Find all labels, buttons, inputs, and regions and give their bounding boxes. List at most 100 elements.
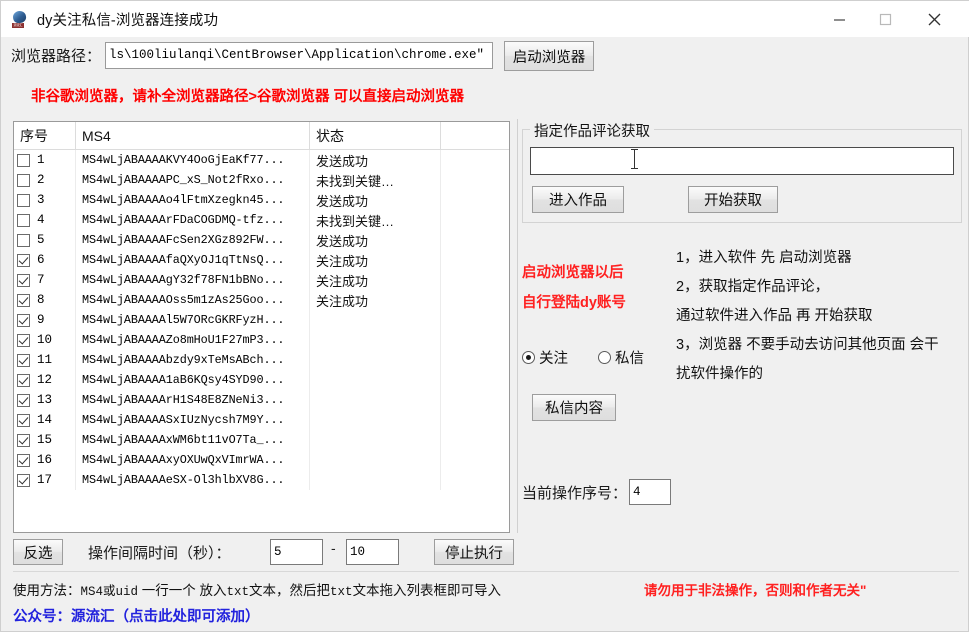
row-checkbox[interactable] (17, 434, 30, 447)
table-row[interactable]: 10MS4wLjABAAAAZo8mHoU1F27mP3... (14, 330, 509, 350)
maximize-icon[interactable] (862, 1, 908, 37)
comment-fetch-title: 指定作品评论获取 (530, 120, 654, 141)
row-index-label: 8 (37, 293, 45, 307)
row-state-cell (310, 410, 441, 430)
row-checkbox[interactable] (17, 334, 30, 347)
table-row[interactable]: 3MS4wLjABAAAAo4lFtmXzegkn45...发送成功 (14, 190, 509, 210)
table-row[interactable]: 1MS4wLjABAAAAKVY4OoGjEaKf77...发送成功 (14, 150, 509, 170)
account-list[interactable]: 序号 MS4 状态 1MS4wLjABAAAAKVY4OoGjEaKf77...… (13, 121, 510, 533)
radio-follow[interactable]: 关注 (522, 347, 568, 368)
stop-execution-button[interactable]: 停止执行 (434, 539, 514, 565)
row-state-label: 关注成功 (316, 291, 368, 310)
row-ms4-cell: MS4wLjABAAAAxyOXUwQxVImrWA... (76, 450, 310, 470)
table-row[interactable]: 14MS4wLjABAAAASxIUzNycsh7M9Y... (14, 410, 509, 430)
row-ms4-cell: MS4wLjABAAAAPC_xS_Not2fRxo... (76, 170, 310, 190)
table-row[interactable]: 6MS4wLjABAAAAfaQXyOJ1qTtNsQ...关注成功 (14, 250, 509, 270)
row-state-cell (310, 370, 441, 390)
row-checkbox[interactable] (17, 294, 30, 307)
row-checkbox[interactable] (17, 474, 30, 487)
browser-warning-text: 非谷歌浏览器，请补全浏览器路径>谷歌浏览器 可以直接启动浏览器 (31, 85, 464, 106)
table-row[interactable]: 2MS4wLjABAAAAPC_xS_Not2fRxo...未找到关键… (14, 170, 509, 190)
row-ms4-label: MS4wLjABAAAAbzdy9xTeMsABch... (82, 353, 284, 367)
start-browser-button[interactable]: 启动浏览器 (504, 41, 594, 71)
row-state-cell: 发送成功 (310, 230, 441, 250)
interval-max-input[interactable]: 10 (346, 539, 399, 565)
row-checkbox[interactable] (17, 374, 30, 387)
row-state-label: 未找到关键… (316, 171, 394, 190)
instruction-line: 3，浏览器 不要手动去访问其他页面 会干 (676, 331, 966, 360)
start-fetch-button[interactable]: 开始获取 (688, 186, 778, 213)
table-row[interactable]: 15MS4wLjABAAAAxWM6bt11vO7Ta_... (14, 430, 509, 450)
row-ms4-label: MS4wLjABAAAAxWM6bt11vO7Ta_... (82, 433, 284, 447)
row-index-label: 13 (37, 393, 52, 407)
row-extra-cell (441, 310, 509, 330)
table-row[interactable]: 16MS4wLjABAAAAxyOXUwQxVImrWA... (14, 450, 509, 470)
table-row[interactable]: 17MS4wLjABAAAAeSX-Ol3hlbXV8G... (14, 470, 509, 490)
instruction-line: 2，获取指定作品评论， (676, 273, 966, 302)
row-extra-cell (441, 350, 509, 370)
row-checkbox[interactable] (17, 354, 30, 367)
row-checkbox[interactable] (17, 414, 30, 427)
row-index-label: 5 (37, 233, 45, 247)
row-checkbox[interactable] (17, 234, 30, 247)
row-ms4-label: MS4wLjABAAAAOss5m1zAs25Goo... (82, 293, 284, 307)
row-index-cell: 5 (14, 230, 76, 250)
invert-selection-button[interactable]: 反选 (13, 539, 63, 565)
interval-min-input[interactable]: 5 (270, 539, 323, 565)
bottom-divider (13, 571, 959, 572)
row-index-label: 7 (37, 273, 45, 287)
row-index-label: 1 (37, 153, 45, 167)
table-row[interactable]: 13MS4wLjABAAAArH1S48E8ZNeNi3... (14, 390, 509, 410)
browser-path-label: 浏览器路径： (11, 45, 101, 66)
work-url-input[interactable] (530, 147, 954, 175)
radio-direct-message-dot (598, 351, 611, 364)
row-checkbox[interactable] (17, 154, 30, 167)
row-checkbox[interactable] (17, 394, 30, 407)
minimize-icon[interactable] (816, 1, 862, 37)
table-row[interactable]: 8 MS4wLjABAAAAOss5m1zAs25Goo... 关注成功 (14, 290, 509, 310)
usage-mid-1: 一行一个 放入 (138, 583, 227, 598)
row-index-label: 17 (37, 473, 52, 487)
window-title: dy关注私信-浏览器连接成功 (37, 9, 218, 30)
row-checkbox[interactable] (17, 274, 30, 287)
row-extra-cell (441, 270, 509, 290)
browser-path-input[interactable]: ls\100liulanqi\CentBrowser\Application\c… (105, 42, 493, 69)
row-checkbox[interactable] (17, 454, 30, 467)
row-ms4-cell: MS4wLjABAAAAOss5m1zAs25Goo... (76, 290, 310, 310)
table-row[interactable]: 12MS4wLjABAAAA1aB6KQsy4SYD90... (14, 370, 509, 390)
column-header-state[interactable]: 状态 (310, 122, 441, 150)
column-header-ms4[interactable]: MS4 (76, 122, 310, 150)
close-icon[interactable] (908, 1, 960, 37)
row-index-cell: 12 (14, 370, 76, 390)
row-state-cell: 发送成功 (310, 190, 441, 210)
row-checkbox[interactable] (17, 314, 30, 327)
dm-content-button[interactable]: 私信内容 (532, 394, 616, 421)
radio-follow-dot (522, 351, 535, 364)
table-row[interactable]: 9MS4wLjABAAAAl5W7ORcGKRFyzH... (14, 310, 509, 330)
table-row[interactable]: 5 MS4wLjABAAAAFcSen2XGz892FW... 发送成功 (14, 230, 509, 250)
radio-direct-message[interactable]: 私信 (598, 347, 644, 368)
table-row[interactable]: 4MS4wLjABAAAArFDaCOGDMQ-tfz...未找到关键… (14, 210, 509, 230)
illegal-use-warning: 请勿用于非法操作，否则和作者无关" (644, 579, 866, 599)
row-ms4-label: MS4wLjABAAAAFcSen2XGz892FW... (82, 233, 284, 247)
row-state-cell: 关注成功 (310, 290, 441, 310)
table-row[interactable]: 7MS4wLjABAAAAgY32f78FN1bBNo...关注成功 (14, 270, 509, 290)
current-sequence-input[interactable]: 4 (629, 479, 671, 505)
row-checkbox[interactable] (17, 174, 30, 187)
usage-prefix: 使用方法： (13, 583, 81, 598)
enter-work-button[interactable]: 进入作品 (532, 186, 624, 213)
row-state-cell (310, 470, 441, 490)
row-ms4-label: MS4wLjABAAAAfaQXyOJ1qTtNsQ... (82, 253, 284, 267)
row-index-cell: 8 (14, 290, 76, 310)
row-checkbox[interactable] (17, 214, 30, 227)
row-ms4-label: MS4wLjABAAAAxyOXUwQxVImrWA... (82, 453, 284, 467)
row-index-label: 3 (37, 193, 45, 207)
column-header-extra[interactable] (441, 122, 509, 150)
table-row[interactable]: 11MS4wLjABAAAAbzdy9xTeMsABch... (14, 350, 509, 370)
row-checkbox[interactable] (17, 194, 30, 207)
row-checkbox[interactable] (17, 254, 30, 267)
wechat-official-link[interactable]: 公众号：源流汇（点击此处即可添加） (13, 605, 260, 626)
row-extra-cell (441, 450, 509, 470)
column-header-index[interactable]: 序号 (14, 122, 76, 150)
instructions-list: 1，进入软件 先 启动浏览器2，获取指定作品评论，通过软件进入作品 再 开始获取… (676, 244, 966, 389)
